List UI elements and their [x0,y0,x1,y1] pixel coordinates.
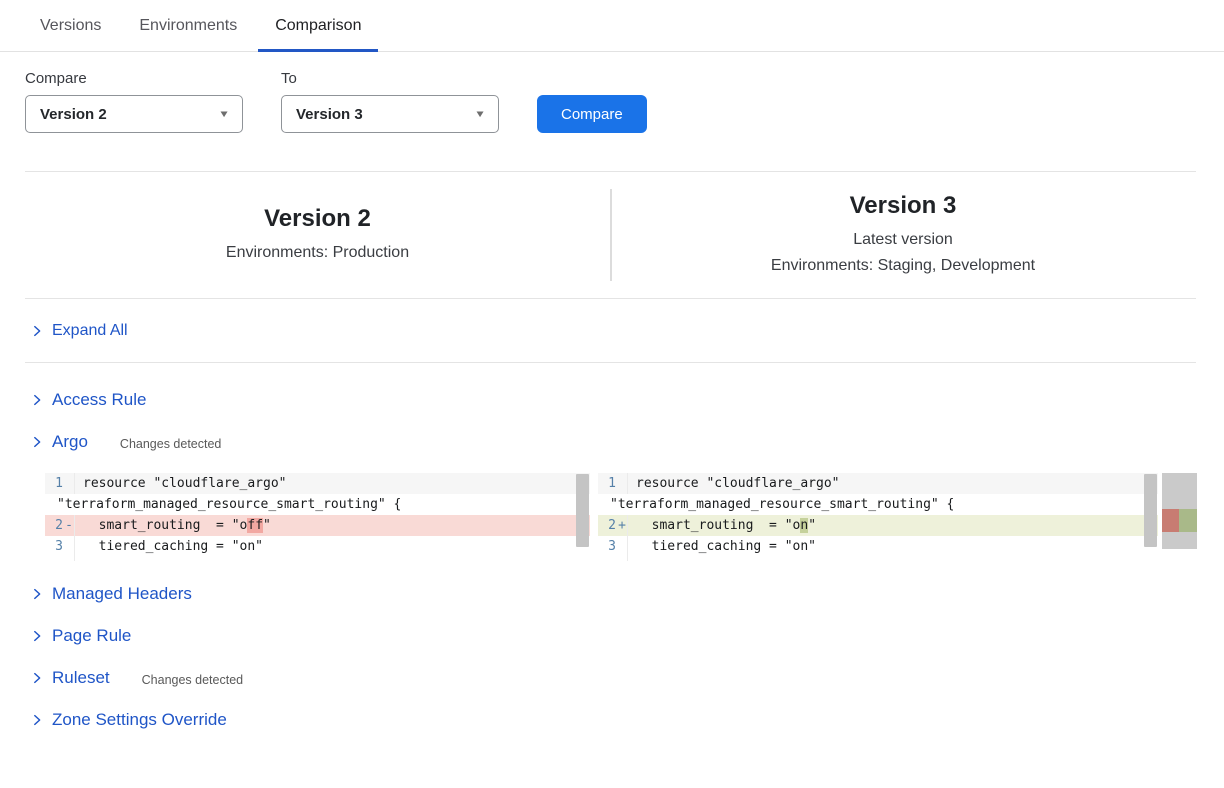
diff-line: "terraform_managed_resource_smart_routin… [45,494,590,515]
diff-line-code: } [628,557,644,561]
chevron-down-icon: ▼ [218,108,230,119]
version-left-environments: Environments: Production [226,240,409,266]
expand-all-label: Expand All [52,322,128,340]
section-label: Access Rule [52,390,146,410]
compare-to-value: Version 3 [296,106,363,123]
diff-line-number: 2+ [598,515,628,536]
section-label: Zone Settings Override [52,710,227,730]
diff-line-number: 1 [598,473,628,494]
diff-line-code: } [75,557,91,561]
tab-bar: Versions Environments Comparison [0,0,1224,52]
diff-line-number: 2- [45,515,75,536]
chevron-right-icon [30,629,52,643]
section-label: Argo [52,432,88,452]
argo-diff-viewer: 1resource "cloudflare_argo""terraform_ma… [45,473,1224,561]
diff-line-number: 1 [45,473,75,494]
diff-line-code: resource "cloudflare_argo" [75,473,287,494]
diff-line-code: smart_routing = "off" [75,515,271,536]
diff-line: } [45,557,590,561]
scrollbar-thumb[interactable] [1144,474,1157,547]
section-argo[interactable]: Argo Changes detected [0,421,1224,463]
compare-button[interactable]: Compare [537,95,647,133]
compare-controls: Compare Version 2 ▼ To Version 3 ▼ Compa… [0,52,1224,171]
diff-line: 3 tiered_caching = "on" [45,536,590,557]
minimap-added-marker [1179,509,1197,532]
section-label: Page Rule [52,626,131,646]
chevron-right-icon [30,587,52,601]
section-access-rule[interactable]: Access Rule [0,379,1224,421]
diff-panel-right: 1resource "cloudflare_argo""terraform_ma… [598,473,1158,561]
chevron-right-icon [30,713,52,727]
compare-to-field: To Version 3 ▼ [281,70,499,133]
diff-panel-left: 1resource "cloudflare_argo""terraform_ma… [45,473,590,561]
diff-line-code: resource "cloudflare_argo" [628,473,840,494]
chevron-right-icon [30,671,52,685]
section-zone-settings-override[interactable]: Zone Settings Override [0,699,1224,741]
compare-from-value: Version 2 [40,106,107,123]
version-right-title: Version 3 [850,192,957,220]
version-right-latest-label: Latest version [853,227,953,253]
scrollbar-thumb[interactable] [576,474,589,547]
version-headers: Version 2 Environments: Production Versi… [25,172,1196,299]
tab-comparison[interactable]: Comparison [275,0,361,51]
changes-detected-badge: Changes detected [142,670,243,687]
compare-label: Compare [25,70,243,87]
diff-line: 1resource "cloudflare_argo" [598,473,1158,494]
diff-line: } [598,557,1158,561]
diff-line: 3 tiered_caching = "on" [598,536,1158,557]
diff-line: 2- smart_routing = "off" [45,515,590,536]
compare-from-select[interactable]: Version 2 ▼ [25,95,243,133]
diff-line: "terraform_managed_resource_smart_routin… [598,494,1158,515]
section-managed-headers[interactable]: Managed Headers [0,573,1224,615]
changes-detected-badge: Changes detected [120,434,221,451]
minimap-removed-marker [1162,509,1179,532]
section-label: Ruleset [52,668,110,688]
version-right-environments: Environments: Staging, Development [771,253,1035,279]
diff-line-number: 3 [45,536,75,557]
diff-line: 1resource "cloudflare_argo" [45,473,590,494]
vertical-divider [610,189,612,281]
diff-line-code: "terraform_managed_resource_smart_routin… [598,494,954,515]
sections-list: Access Rule Argo Changes detected 1resou… [0,363,1224,741]
expand-all-button[interactable]: Expand All [25,299,1196,363]
diff-line-code: smart_routing = "on" [628,515,816,536]
chevron-right-icon [30,435,52,449]
diff-line-code: tiered_caching = "on" [75,536,263,557]
diff-line-code: "terraform_managed_resource_smart_routin… [45,494,401,515]
diff-line-code: tiered_caching = "on" [628,536,816,557]
compare-to-select[interactable]: Version 3 ▼ [281,95,499,133]
chevron-right-icon [30,393,52,407]
section-ruleset[interactable]: Ruleset Changes detected [0,657,1224,699]
tab-environments[interactable]: Environments [139,0,237,51]
compare-from-field: Compare Version 2 ▼ [25,70,243,133]
version-left-title: Version 2 [264,205,371,233]
diff-line-number: 3 [598,536,628,557]
chevron-down-icon: ▼ [474,108,486,119]
section-page-rule[interactable]: Page Rule [0,615,1224,657]
version-header-left: Version 2 Environments: Production [25,172,610,298]
chevron-right-icon [30,324,52,338]
to-label: To [281,70,499,87]
diff-minimap [1162,473,1197,549]
diff-line: 2+ smart_routing = "on" [598,515,1158,536]
version-header-right: Version 3 Latest version Environments: S… [610,172,1196,298]
diff-line-number [45,557,75,561]
diff-line-number [598,557,628,561]
tab-versions[interactable]: Versions [40,0,101,51]
section-label: Managed Headers [52,584,192,604]
